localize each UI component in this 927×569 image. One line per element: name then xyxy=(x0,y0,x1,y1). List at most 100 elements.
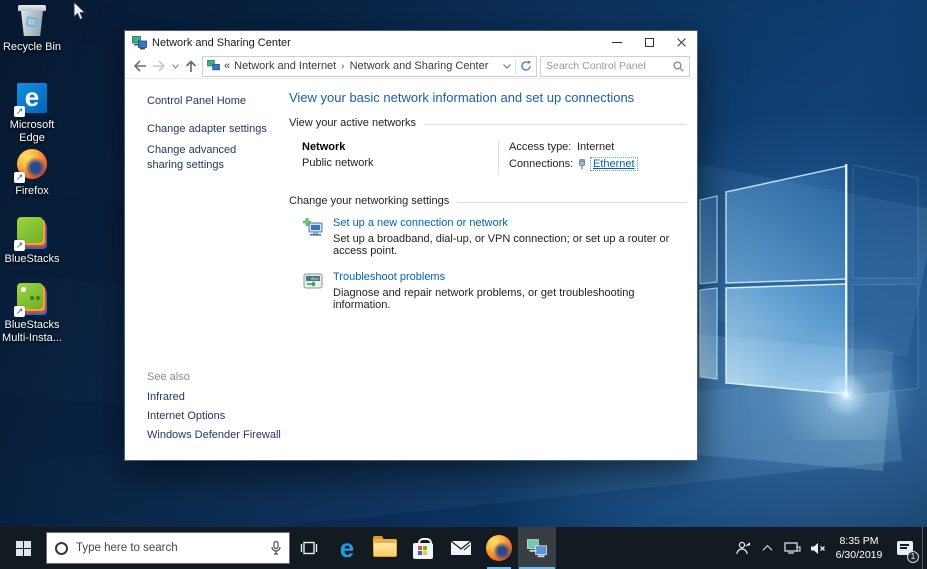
shortcut-arrow-icon: ↗ xyxy=(14,306,25,317)
access-type-label: Access type: xyxy=(509,141,572,153)
minimize-icon xyxy=(612,42,622,43)
edge-icon: e xyxy=(339,533,355,563)
troubleshoot-link[interactable]: Troubleshoot problems xyxy=(333,271,687,283)
page-title: View your basic network information and … xyxy=(289,90,635,105)
divider xyxy=(515,58,516,74)
windows-start-icon xyxy=(15,540,31,556)
active-networks-label: View your active networks xyxy=(289,117,416,129)
sidebar-item-control-panel-home[interactable]: Control Panel Home xyxy=(147,95,283,107)
window-title: Network and Sharing Center xyxy=(152,36,291,49)
up-button[interactable] xyxy=(183,57,199,75)
recent-pages-button[interactable] xyxy=(170,57,180,75)
sidebar-item-change-advanced-sharing[interactable]: Change advanced sharing settings xyxy=(147,143,265,172)
clock-date: 6/30/2019 xyxy=(835,549,883,561)
bluestacks-icon: ↗ xyxy=(14,217,48,251)
minimize-button[interactable] xyxy=(601,31,633,54)
address-dropdown-icon[interactable] xyxy=(503,63,511,69)
address-field[interactable]: « Network and Internet › Network and Sha… xyxy=(202,55,537,77)
hidden-icons-button[interactable] xyxy=(755,527,780,569)
windows-logo-wallpaper xyxy=(699,164,919,440)
titlebar[interactable]: Network and Sharing Center xyxy=(125,31,697,54)
system-tray: 8:35 PM 6/30/2019 1 xyxy=(730,527,927,569)
taskbar-clock[interactable]: 8:35 PM 6/30/2019 xyxy=(830,534,888,562)
forward-button[interactable] xyxy=(151,57,167,75)
taskbar: e xyxy=(0,527,927,569)
desktop-icon-bluestacks-multi[interactable]: ↗ BlueStacks Multi-Insta... xyxy=(0,282,64,344)
shortcut-arrow-icon: ↗ xyxy=(14,240,25,251)
networking-settings-label: Change your networking settings xyxy=(289,195,450,207)
ethernet-link[interactable]: Ethernet xyxy=(590,157,638,171)
people-icon xyxy=(735,541,750,555)
task-view-icon xyxy=(300,541,318,555)
network-name: Network xyxy=(302,141,346,153)
taskbar-search-box[interactable] xyxy=(46,532,290,564)
desktop-icon-recycle-bin[interactable]: Recycle Bin xyxy=(0,5,64,54)
divider xyxy=(423,123,687,125)
firefox-icon xyxy=(486,535,512,561)
sidebar-item-windows-defender-firewall[interactable]: Windows Defender Firewall xyxy=(147,429,283,441)
network-type: Public network xyxy=(302,157,374,169)
network-sharing-center-icon xyxy=(132,35,147,49)
action-center-button[interactable]: 1 xyxy=(888,527,922,569)
forward-arrow-icon xyxy=(153,60,166,72)
taskbar-firefox-button[interactable] xyxy=(480,527,518,569)
ethernet-icon xyxy=(577,158,587,170)
show-desktop-button[interactable] xyxy=(922,527,927,569)
setup-connection-desc: Set up a broadband, dial-up, or VPN conn… xyxy=(333,233,670,257)
desktop-icon-label: Microsoft Edge xyxy=(9,119,55,144)
sidebar-item-infrared[interactable]: Infrared xyxy=(147,391,283,403)
taskbar-mail-button[interactable] xyxy=(442,527,480,569)
sidebar-item-change-adapter-settings[interactable]: Change adapter settings xyxy=(147,122,283,136)
people-button[interactable] xyxy=(730,527,755,569)
microphone-icon[interactable] xyxy=(271,541,281,555)
breadcrumb-segment-network-sharing-center[interactable]: Network and Sharing Center xyxy=(350,60,489,72)
access-type-value: Internet xyxy=(577,141,615,153)
troubleshoot-item: Troubleshoot problems Diagnose and repai… xyxy=(302,271,687,311)
setup-connection-link[interactable]: Set up a new connection or network xyxy=(333,217,687,229)
up-arrow-icon xyxy=(185,59,197,72)
refresh-icon[interactable] xyxy=(520,60,532,72)
taskbar-network-sharing-button[interactable] xyxy=(518,527,556,569)
desktop: Recycle Bin e ↗ Microsoft Edge ↗ Firefox… xyxy=(0,0,927,569)
desktop-icon-bluestacks[interactable]: ↗ BlueStacks xyxy=(0,216,64,266)
mouse-cursor xyxy=(73,2,87,21)
desktop-icon-label: BlueStacks Multi-Insta... xyxy=(2,319,62,344)
mail-icon xyxy=(450,540,472,555)
file-explorer-icon xyxy=(373,536,397,557)
setup-connection-item: Set up a new connection or network Set u… xyxy=(302,217,687,257)
new-connection-icon xyxy=(303,218,323,236)
firefox-icon: ↗ xyxy=(14,149,48,183)
desktop-icon-microsoft-edge[interactable]: e ↗ Microsoft Edge xyxy=(0,82,64,144)
taskbar-store-button[interactable] xyxy=(404,527,442,569)
notification-badge: 1 xyxy=(907,551,919,563)
cortana-icon xyxy=(55,541,68,555)
breadcrumb-chevrons[interactable]: « xyxy=(224,60,230,72)
desktop-icon-label: BlueStacks xyxy=(4,253,60,265)
network-tray-button[interactable] xyxy=(780,527,805,569)
task-view-button[interactable] xyxy=(290,527,328,569)
location-icon xyxy=(207,60,220,71)
taskbar-edge-button[interactable]: e xyxy=(328,527,366,569)
breadcrumb-segment-network-and-internet[interactable]: Network and Internet xyxy=(234,60,336,72)
address-bar: « Network and Internet › Network and Sha… xyxy=(125,54,697,79)
chevron-up-icon xyxy=(762,544,773,555)
shortcut-arrow-icon: ↗ xyxy=(14,106,25,117)
control-panel-search-input[interactable] xyxy=(546,60,673,72)
desktop-icon-firefox[interactable]: ↗ Firefox xyxy=(0,148,64,198)
close-button[interactable] xyxy=(665,31,697,54)
chevron-down-icon xyxy=(171,63,179,69)
desktop-icon-label: Recycle Bin xyxy=(2,41,62,53)
control-panel-search[interactable] xyxy=(540,55,690,77)
volume-button[interactable] xyxy=(805,527,830,569)
taskbar-search-input[interactable] xyxy=(76,542,263,554)
search-icon[interactable] xyxy=(673,60,684,72)
desktop-icon-label: Firefox xyxy=(15,185,49,197)
maximize-button[interactable] xyxy=(633,31,665,54)
network-and-sharing-center-window: Network and Sharing Center « Network and… xyxy=(124,30,698,461)
ethernet-network-icon xyxy=(784,542,801,554)
sidebar-item-internet-options[interactable]: Internet Options xyxy=(147,410,283,422)
back-button[interactable] xyxy=(132,57,148,75)
taskbar-file-explorer-button[interactable] xyxy=(366,527,404,569)
clock-time: 8:35 PM xyxy=(839,534,879,547)
start-button[interactable] xyxy=(0,527,46,569)
